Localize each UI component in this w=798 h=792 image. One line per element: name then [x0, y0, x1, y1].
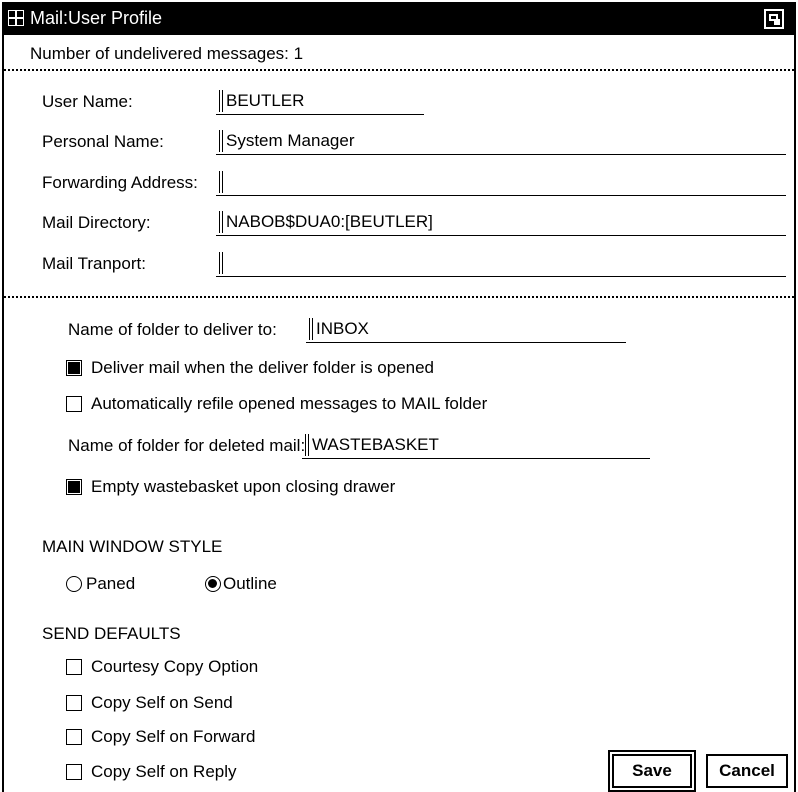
deliver-on-open-checkbox[interactable]	[66, 360, 82, 376]
user-name-value: BEUTLER	[226, 91, 305, 110]
save-button[interactable]: Save	[612, 754, 692, 788]
personal-name-label: Personal Name:	[42, 132, 164, 151]
window-menu-icon[interactable]	[8, 10, 24, 26]
profile-window: Mail:User Profile Number of undelivered …	[2, 2, 796, 792]
forwarding-address-label: Forwarding Address:	[42, 173, 198, 192]
outline-label: Outline	[223, 574, 277, 593]
text-cursor-icon	[219, 90, 223, 112]
mail-transport-field[interactable]	[216, 250, 786, 277]
paned-radio[interactable]	[66, 576, 82, 592]
text-cursor-icon	[219, 171, 223, 193]
deliver-folder-label: Name of folder to deliver to:	[68, 320, 277, 339]
user-name-field[interactable]: BEUTLER	[216, 88, 424, 115]
empty-wastebasket-label: Empty wastebasket upon closing drawer	[91, 477, 396, 496]
window-title: Mail:User Profile	[30, 8, 163, 28]
mail-transport-label: Mail Tranport:	[42, 254, 146, 273]
mail-directory-field[interactable]: NABOB$DUA0:[BEUTLER]	[216, 209, 786, 236]
courtesy-copy-checkbox[interactable]	[66, 659, 82, 675]
window-style-heading: MAIN WINDOW STYLE	[42, 537, 223, 556]
text-cursor-icon	[219, 211, 223, 233]
deliver-folder-value: INBOX	[316, 319, 369, 338]
cancel-button[interactable]: Cancel	[706, 754, 788, 788]
user-name-label: User Name:	[42, 92, 133, 111]
divider	[4, 69, 794, 71]
mail-directory-value: NABOB$DUA0:[BEUTLER]	[226, 212, 433, 231]
deleted-folder-field[interactable]: WASTEBASKET	[302, 432, 650, 459]
text-cursor-icon	[305, 434, 309, 456]
copy-self-reply-label: Copy Self on Reply	[91, 762, 237, 781]
personal-name-field[interactable]: System Manager	[216, 128, 786, 155]
text-cursor-icon	[219, 252, 223, 274]
deliver-folder-field[interactable]: INBOX	[306, 316, 626, 343]
copy-self-forward-checkbox[interactable]	[66, 729, 82, 745]
send-defaults-heading: SEND DEFAULTS	[42, 624, 181, 643]
divider	[4, 296, 794, 298]
auto-refile-checkbox[interactable]	[66, 396, 82, 412]
paned-label: Paned	[86, 574, 136, 593]
text-cursor-icon	[309, 318, 313, 340]
title-bar[interactable]: Mail:User Profile	[4, 2, 794, 35]
empty-wastebasket-checkbox[interactable]	[66, 479, 82, 495]
copy-self-send-label: Copy Self on Send	[91, 693, 233, 712]
deleted-folder-value: WASTEBASKET	[312, 435, 439, 454]
courtesy-copy-label: Courtesy Copy Option	[91, 657, 259, 676]
personal-name-value: System Manager	[226, 131, 355, 150]
forwarding-address-field[interactable]	[216, 169, 786, 196]
copy-self-reply-checkbox[interactable]	[66, 764, 82, 780]
deliver-on-open-label: Deliver mail when the deliver folder is …	[91, 358, 435, 377]
mail-directory-label: Mail Directory:	[42, 213, 151, 232]
text-cursor-icon	[219, 130, 223, 152]
undelivered-count: Number of undelivered messages: 1	[30, 44, 304, 63]
outline-radio[interactable]	[205, 576, 221, 592]
deleted-folder-label: Name of folder for deleted mail:	[68, 436, 306, 455]
resize-icon[interactable]	[764, 9, 784, 29]
copy-self-send-checkbox[interactable]	[66, 695, 82, 711]
auto-refile-label: Automatically refile opened messages to …	[91, 394, 488, 413]
copy-self-forward-label: Copy Self on Forward	[91, 727, 256, 746]
